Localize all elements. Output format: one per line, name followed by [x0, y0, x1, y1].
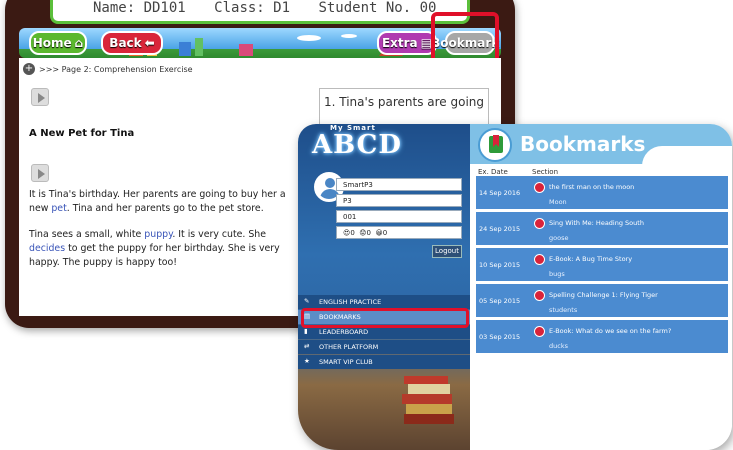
breadcrumb-text: >>> Page 2: Comprehension Exercise	[39, 64, 193, 74]
bookmark-row[interactable]: 14 Sep 2016 the first man on the moon Moon	[476, 176, 728, 209]
sidebar-item-label: SMART VIP CLUB	[319, 358, 373, 366]
sidebar: My Smart ABCD SmartP3 P3 001 😍0 😟0 😀0 Lo…	[298, 124, 470, 450]
apple-icon	[534, 290, 545, 301]
bookmark-keyword: bugs	[549, 270, 565, 278]
student-number-field: 001	[336, 210, 462, 223]
sidebar-item-english-practice[interactable]: ✎ ENGLISH PRACTICE	[298, 295, 470, 309]
bookmark-keyword: Moon	[549, 198, 567, 206]
logo-small-text: My Smart	[330, 124, 376, 132]
bookmarks-header: Bookmarks	[470, 124, 732, 166]
bookmark-title[interactable]: Spelling Challenge 1: Flying Tiger	[549, 291, 658, 299]
pencil-icon: ✎	[304, 297, 310, 305]
bookmark-button[interactable]: Bookmark ▯	[431, 31, 499, 55]
arrow-left-icon: ⬅	[144, 36, 155, 50]
question-text: 1. Tina's parents are going to	[324, 95, 489, 109]
sad-emoji-icon: 😟	[359, 229, 367, 237]
paragraph-text: Tina sees a small, white	[29, 229, 145, 240]
bookmark-date: 10 Sep 2015	[479, 261, 521, 269]
reader-toolbar: Home ⌂ Back ⬅ Extra ▤ Bookmark ▯	[19, 28, 501, 58]
bookmark-row[interactable]: 24 Sep 2015 Sing With Me: Heading South go…	[476, 212, 728, 245]
back-button[interactable]: Back ⬅	[101, 31, 163, 55]
class-field: P3	[336, 194, 462, 207]
paragraph-text: . It is very cute. She	[172, 229, 267, 240]
happy-count: 0	[382, 229, 388, 237]
bookmark-keyword: students	[549, 306, 578, 314]
bookmark-date: 14 Sep 2016	[479, 189, 521, 197]
logout-button[interactable]: Logout	[432, 245, 462, 258]
breadcrumb: + >>> Page 2: Comprehension Exercise	[23, 63, 193, 75]
apple-icon	[534, 326, 545, 337]
bookmark-keyword: ducks	[549, 342, 568, 350]
column-header-date: Ex. Date	[478, 168, 508, 176]
bookmark-title[interactable]: E-Book: A Bug Time Story	[549, 255, 632, 263]
house-icon: ⌂	[74, 36, 84, 50]
vocab-link-puppy[interactable]: puppy	[144, 229, 172, 240]
back-label: Back	[109, 36, 142, 50]
play-audio-button[interactable]	[31, 88, 49, 106]
header-curve	[642, 146, 732, 166]
bookmark-title[interactable]: the first man on the moon	[549, 183, 634, 191]
paragraph-text: . Tina and her parents go to the pet sto…	[66, 203, 264, 214]
apple-icon	[534, 254, 545, 265]
bookmark-list: 14 Sep 2016 the first man on the moon Moon…	[476, 176, 728, 356]
bookmark-row[interactable]: 03 Sep 2015 E-Book: What do we see on the…	[476, 320, 728, 353]
sidebar-item-label: LEADERBOARD	[319, 328, 369, 336]
bookmarks-menu-highlight	[301, 308, 469, 328]
bookmark-keyword: goose	[549, 234, 569, 242]
emoji-counts: 😍0 😟0 😀0	[336, 226, 462, 239]
home-label: Home	[32, 36, 72, 50]
bookmark-date: 24 Sep 2015	[479, 225, 521, 233]
bookmark-date: 05 Sep 2015	[479, 297, 521, 305]
bookmark-title[interactable]: Sing With Me: Heading South	[549, 219, 644, 227]
sad-count: 0	[366, 229, 372, 237]
bookmark-title[interactable]: E-Book: What do we see on the farm?	[549, 327, 671, 335]
play-audio-button[interactable]	[31, 164, 49, 182]
bookmark-date: 03 Sep 2015	[479, 333, 521, 341]
extra-label: Extra	[381, 36, 418, 50]
page-title: Bookmarks	[520, 132, 646, 156]
bookmarks-window: My Smart ABCD SmartP3 P3 001 😍0 😟0 😀0 Lo…	[298, 124, 732, 450]
sidebar-item-other-platform[interactable]: ⇄ OTHER PLATFORM	[298, 340, 470, 354]
student-nameplate: Name: DD101 Class: D1 Student No. 00	[50, 0, 470, 24]
bookmark-book-icon	[478, 128, 512, 162]
apple-icon	[534, 218, 545, 229]
username-field: SmartP3	[336, 178, 462, 191]
bookmarks-panel: Bookmarks Ex. Date Section 14 Sep 2016 th…	[470, 124, 732, 450]
bookmark-label: Bookmark	[431, 36, 500, 50]
story-paragraph-2: Tina sees a small, white puppy. It is ve…	[29, 228, 294, 270]
plus-icon[interactable]: +	[23, 63, 35, 75]
extra-button[interactable]: Extra ▤	[377, 31, 437, 55]
bookmark-row[interactable]: 05 Sep 2015 Spelling Challenge 1: Flying …	[476, 284, 728, 317]
home-button[interactable]: Home ⌂	[29, 31, 87, 55]
logo-text: ABCD	[312, 130, 402, 160]
story-title: A New Pet for Tina	[29, 128, 135, 139]
story-paragraph-1: It is Tina's birthday. Her parents are g…	[29, 188, 294, 216]
paragraph-text: to get the puppy for her birthday. She i…	[29, 243, 280, 268]
student-number: Student No. 00	[318, 0, 437, 16]
toolbar-scenery	[129, 34, 403, 56]
vocab-link-decides[interactable]: decides	[29, 243, 65, 254]
column-header-section: Section	[532, 168, 559, 176]
sidebar-item-label: OTHER PLATFORM	[319, 343, 379, 351]
screenshot-canvas: Name: DD101 Class: D1 Student No. 00 Hom…	[0, 0, 733, 450]
sidebar-menu: ✎ ENGLISH PRACTICE ▤ BOOKMARKS ▮ LEADERB…	[298, 295, 470, 370]
vocab-link-pet[interactable]: pet	[51, 203, 66, 214]
happy-emoji-icon: 😀	[375, 229, 383, 237]
app-logo[interactable]: My Smart ABCD	[312, 124, 402, 160]
apple-icon	[534, 182, 545, 193]
student-class: Class: D1	[214, 0, 291, 16]
swap-icon: ⇄	[304, 342, 310, 350]
sidebar-item-smart-vip-club[interactable]: ★ SMART VIP CLUB	[298, 355, 470, 369]
love-count: 0	[350, 229, 355, 237]
sidebar-item-label: ENGLISH PRACTICE	[319, 298, 382, 306]
bookmark-row[interactable]: 10 Sep 2015 E-Book: A Bug Time Story bugs	[476, 248, 728, 281]
student-name: Name: DD101	[93, 0, 186, 16]
bar-chart-icon: ▮	[304, 327, 308, 335]
star-icon: ★	[304, 357, 310, 365]
books-illustration	[402, 376, 454, 424]
